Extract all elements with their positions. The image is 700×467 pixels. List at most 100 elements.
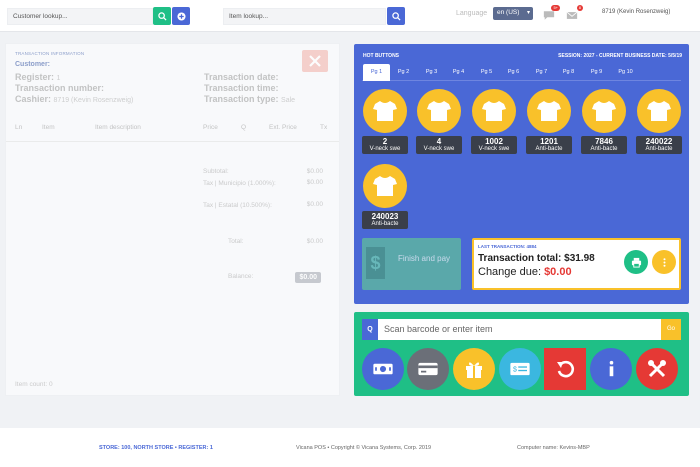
finish-and-pay-button[interactable]: $ Finish and pay (362, 238, 461, 290)
column-item: Item (42, 124, 55, 131)
cash-button[interactable] (362, 348, 404, 390)
gift-card-button[interactable] (453, 348, 495, 390)
check-button[interactable]: $ (499, 348, 541, 390)
transaction-type-label: Transaction type: (204, 94, 279, 104)
hot-buttons-title: HOT BUTTONS (363, 53, 400, 59)
tab-pg-4[interactable]: Pg 4 (445, 64, 472, 81)
item-search-button[interactable] (387, 7, 405, 25)
column-price: Price (203, 124, 218, 131)
hot-item[interactable]: 4 V-neck swe (416, 89, 462, 154)
barcode-input[interactable]: Scan barcode or enter item (378, 319, 661, 340)
cashier-value: 8719 (Kevin Rosenzweig) (53, 97, 134, 104)
tools-button[interactable] (636, 348, 678, 390)
gift-icon (466, 362, 482, 378)
customer-label: Customer: (15, 61, 51, 68)
scan-panel: Q Scan barcode or enter item Go $ (354, 312, 689, 396)
column-ext-price: Ext. Price (269, 124, 297, 131)
transaction-total-value: $31.98 (564, 253, 595, 264)
transaction-panel: TRANSACTION INFORMATION Customer: Regist… (5, 43, 340, 396)
hot-item-code: 240022 (645, 137, 673, 146)
hot-item[interactable]: 1002 V-neck swe (471, 89, 517, 154)
item-search-input[interactable]: Item lookup... (223, 8, 386, 25)
cashier-row: Cashier: 8719 (Kevin Rosenzweig) (15, 94, 133, 104)
customer-search-button[interactable] (153, 7, 171, 25)
hot-item[interactable]: 2 V-neck swe (362, 89, 408, 154)
transaction-info-header: TRANSACTION INFORMATION (15, 51, 85, 56)
print-receipt-button[interactable] (624, 250, 648, 274)
add-customer-button[interactable] (172, 7, 190, 25)
tax-municipio-value: $0.00 (306, 179, 323, 186)
register-row: Register: 1 (15, 72, 60, 82)
items-table-header: Ln Item Item description Price Q Ext. Pr… (6, 122, 339, 142)
tax-municipio-label: Tax | Municipio (1.000%): (203, 180, 276, 187)
tab-pg-5[interactable]: Pg 5 (473, 64, 500, 81)
tab-pg-8[interactable]: Pg 8 (555, 64, 582, 81)
messages-badge: 5+ (551, 5, 560, 11)
hot-item-name: Anti-bacte (590, 146, 618, 152)
tab-pg-3[interactable]: Pg 3 (418, 64, 445, 81)
go-button[interactable]: Go (661, 319, 681, 340)
hot-item-code: 1201 (540, 137, 558, 146)
more-icon (662, 257, 666, 267)
hot-item-name: Anti-bacte (645, 146, 673, 152)
tab-pg-10[interactable]: Pg 10 (612, 64, 639, 81)
inbox-button[interactable]: 8 (566, 5, 583, 20)
hot-item-code: 1002 (485, 137, 503, 146)
register-value: 1 (56, 75, 61, 82)
total-value: $0.00 (306, 238, 323, 245)
hot-item-label: 2 V-neck swe (362, 136, 408, 154)
customer-search-input[interactable]: Customer lookup... (7, 8, 153, 25)
svg-text:$: $ (513, 367, 517, 374)
copyright: Vicana POS • Copyright © Vicana Systems,… (296, 445, 432, 451)
hot-item-code: 7846 (595, 137, 613, 146)
tshirt-icon (527, 89, 571, 133)
footer: STORE: 100, NORTH STORE • REGISTER: 1 Vi… (0, 428, 700, 467)
hot-item-name: Anti-bacte (371, 221, 399, 227)
quantity-button[interactable]: Q (362, 319, 378, 340)
register-label: Register: (15, 72, 55, 82)
undo-icon (557, 360, 574, 378)
hot-item[interactable]: 240023 Anti-bacte (362, 164, 408, 229)
hot-item-label: 7846 Anti-bacte (581, 136, 627, 154)
void-transaction-button[interactable] (302, 50, 328, 72)
hot-item-label: 1201 Anti-bacte (526, 136, 572, 154)
finish-and-pay-label: Finish and pay (397, 254, 451, 263)
hot-item-name: V-neck swe (423, 146, 455, 152)
tab-pg-7[interactable]: Pg 7 (528, 64, 555, 81)
tax-estatal-label: Tax | Estatal (10.500%): (203, 202, 272, 209)
subtotal-label: Subtotal: (203, 168, 229, 175)
add-icon (176, 11, 186, 21)
computer-name: Computer name: Kevins-MBP (517, 445, 590, 451)
hot-item-label: 4 V-neck swe (416, 136, 462, 154)
hot-item-name: Anti-bacte (535, 146, 563, 152)
change-due: Change due: $0.00 (478, 266, 572, 278)
transaction-total-label: Transaction total: (478, 253, 562, 264)
hot-item[interactable]: 1201 Anti-bacte (526, 89, 572, 154)
transaction-info-button[interactable] (652, 250, 676, 274)
store-register-info: STORE: 100, NORTH STORE • REGISTER: 1 (99, 445, 213, 451)
dollar-icon: $ (366, 247, 385, 279)
balance-label: Balance: (228, 273, 254, 280)
cash-icon (373, 363, 393, 375)
return-button[interactable] (544, 348, 586, 390)
tab-pg-1[interactable]: Pg 1 (363, 64, 390, 81)
transaction-type-row: Transaction type: Sale (204, 94, 295, 104)
tab-pg-9[interactable]: Pg 9 (583, 64, 610, 81)
language-select[interactable]: en (US) (493, 7, 533, 20)
transaction-type-value: Sale (281, 97, 296, 104)
card-button[interactable] (407, 348, 449, 390)
hot-item[interactable]: 240022 Anti-bacte (636, 89, 682, 154)
total-label: Total: (228, 238, 244, 245)
info-button[interactable] (590, 348, 632, 390)
tab-pg-2[interactable]: Pg 2 (390, 64, 417, 81)
credit-card-icon (418, 362, 438, 376)
tshirt-icon (472, 89, 516, 133)
tab-pg-6[interactable]: Pg 6 (500, 64, 527, 81)
tshirt-icon (582, 89, 626, 133)
balance-value: $0.00 (295, 272, 321, 283)
user-name[interactable]: 8719 (Kevin Rosenzweig) (602, 9, 670, 15)
messages-button[interactable]: 5+ (543, 5, 560, 20)
tshirt-icon (637, 89, 681, 133)
transaction-time-label: Transaction time: (204, 83, 279, 93)
hot-item[interactable]: 7846 Anti-bacte (581, 89, 627, 154)
